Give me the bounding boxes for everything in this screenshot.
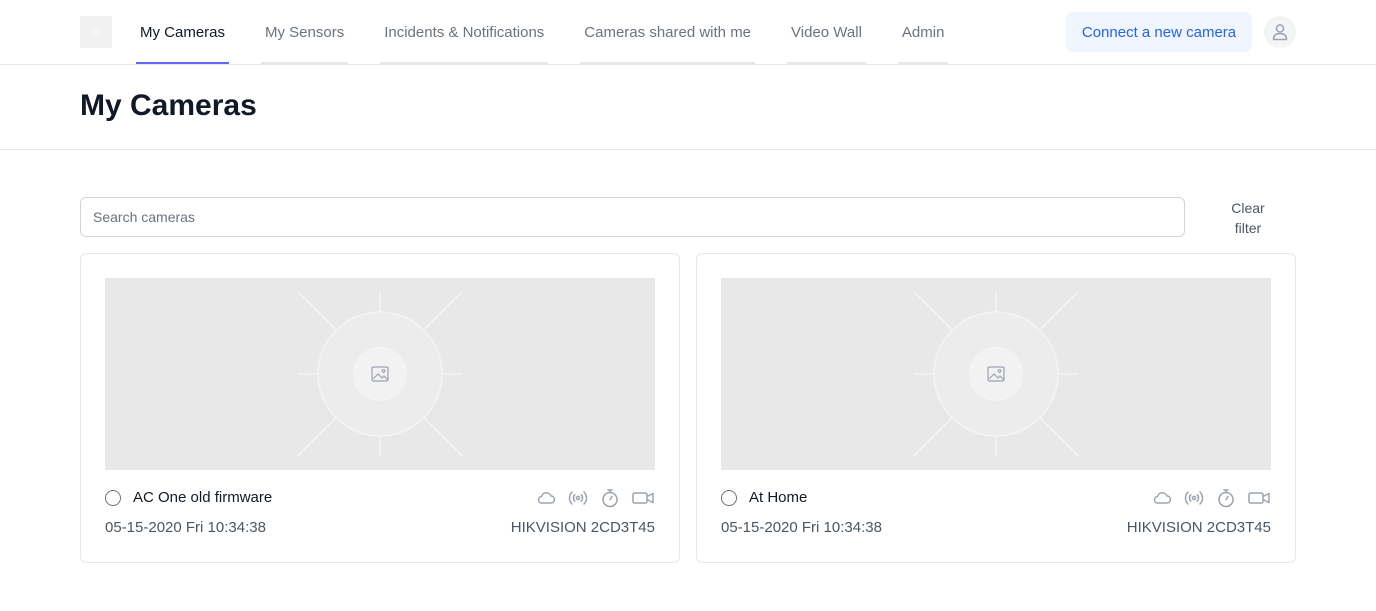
- camera-select-radio[interactable]: [105, 490, 121, 506]
- clear-filter-label-line2: filter: [1234, 220, 1262, 236]
- broadcast-icon[interactable]: [567, 487, 589, 509]
- timer-icon[interactable]: [599, 487, 621, 509]
- cloud-icon[interactable]: [1151, 487, 1173, 509]
- nav-tab-video-wall[interactable]: Video Wall: [787, 0, 866, 64]
- camera-name: At Home: [749, 489, 808, 506]
- camera-name: AC One old firmware: [133, 489, 273, 506]
- camera-datetime: 05-15-2020 Fri 10:34:38: [721, 519, 882, 536]
- clear-filter-button[interactable]: Clear filter: [1218, 198, 1278, 238]
- camera-model: HIKVISION 2CD3T45: [1126, 519, 1271, 536]
- camera-thumbnail[interactable]: [105, 278, 655, 470]
- nav-tab-incidents-notifications[interactable]: Incidents & Notifications: [380, 0, 549, 64]
- camera-card[interactable]: At Home 05-15-2020 Fri 10:34:38 HIKVISIO…: [696, 253, 1296, 563]
- camera-thumbnail[interactable]: [721, 278, 1271, 470]
- search-cameras-input[interactable]: [80, 197, 1185, 237]
- camera-status-icons: [1151, 487, 1271, 509]
- main-nav: My Cameras My Sensors Incidents & Notifi…: [136, 0, 980, 64]
- connect-camera-button[interactable]: Connect a new camera: [1066, 12, 1252, 52]
- camera-status-icons: [535, 487, 655, 509]
- video-camera-icon[interactable]: [1247, 487, 1271, 509]
- nav-tab-my-cameras[interactable]: My Cameras: [136, 0, 230, 64]
- top-navbar: My Cameras My Sensors Incidents & Notifi…: [0, 0, 1376, 65]
- nav-tab-admin[interactable]: Admin: [897, 0, 949, 64]
- image-placeholder-icon: [913, 291, 1079, 457]
- image-placeholder-icon: [297, 291, 463, 457]
- timer-icon[interactable]: [1215, 487, 1237, 509]
- nav-tab-my-sensors[interactable]: My Sensors: [261, 0, 349, 64]
- app-logo[interactable]: [80, 16, 112, 48]
- nav-tab-cameras-shared[interactable]: Cameras shared with me: [580, 0, 755, 64]
- camera-datetime: 05-15-2020 Fri 10:34:38: [105, 519, 266, 536]
- video-camera-icon[interactable]: [631, 487, 655, 509]
- camera-select-radio[interactable]: [721, 490, 737, 506]
- user-icon: [1272, 24, 1288, 41]
- camera-model: HIKVISION 2CD3T45: [510, 519, 655, 536]
- broadcast-icon[interactable]: [1183, 487, 1205, 509]
- cloud-icon[interactable]: [535, 487, 557, 509]
- user-avatar[interactable]: [1264, 16, 1296, 48]
- clear-filter-label-line1: Clear: [1231, 200, 1265, 216]
- camera-card[interactable]: AC One old firmware 05-15-2020 Fri 10:34…: [80, 253, 680, 563]
- page-header: My Cameras: [0, 65, 1376, 150]
- page-title: My Cameras: [80, 89, 257, 122]
